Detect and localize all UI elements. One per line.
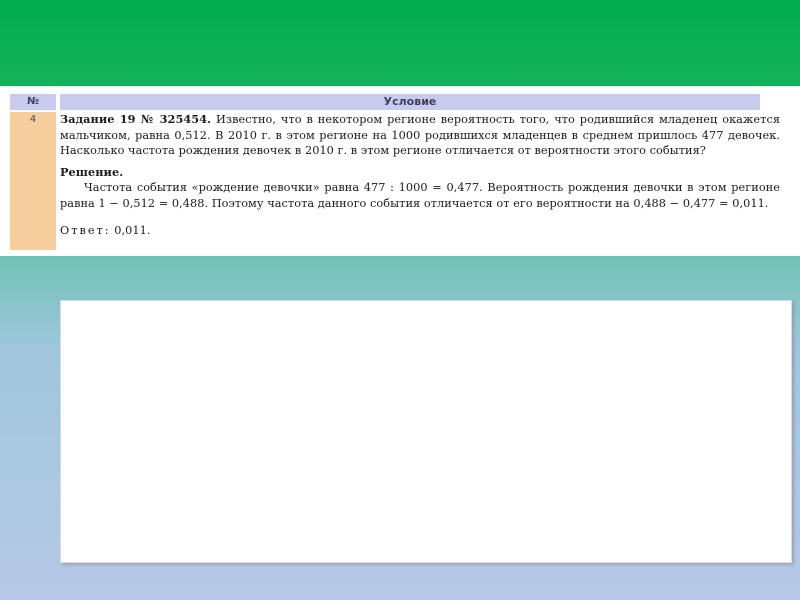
header-number: № bbox=[10, 94, 56, 110]
slide: { "table": { "header_num": "№", "header_… bbox=[0, 0, 800, 600]
answer-value: 0,011. bbox=[114, 224, 151, 237]
row-number: 4 bbox=[29, 114, 37, 125]
answer-line: Ответ: 0,011. bbox=[60, 223, 780, 239]
condition-cell: Задание 19 № 325454. Известно, что в нек… bbox=[60, 112, 780, 250]
solution-text: Частота события «рождение девочки» равна… bbox=[60, 181, 780, 210]
task-label: Задание 19 № 325454. bbox=[60, 112, 212, 126]
solution-heading: Решение. bbox=[60, 164, 124, 179]
task-table: № Условие 4 Задание 19 № 325454. Известн… bbox=[10, 90, 780, 252]
row-number-cell: 4 bbox=[10, 112, 56, 250]
answer-label: Ответ: bbox=[60, 224, 111, 237]
task-strip: № Условие 4 Задание 19 № 325454. Известн… bbox=[0, 86, 800, 256]
task-paragraph: Задание 19 № 325454. Известно, что в нек… bbox=[60, 112, 780, 159]
blank-content-panel bbox=[60, 300, 792, 563]
header-condition: Условие bbox=[60, 94, 760, 110]
